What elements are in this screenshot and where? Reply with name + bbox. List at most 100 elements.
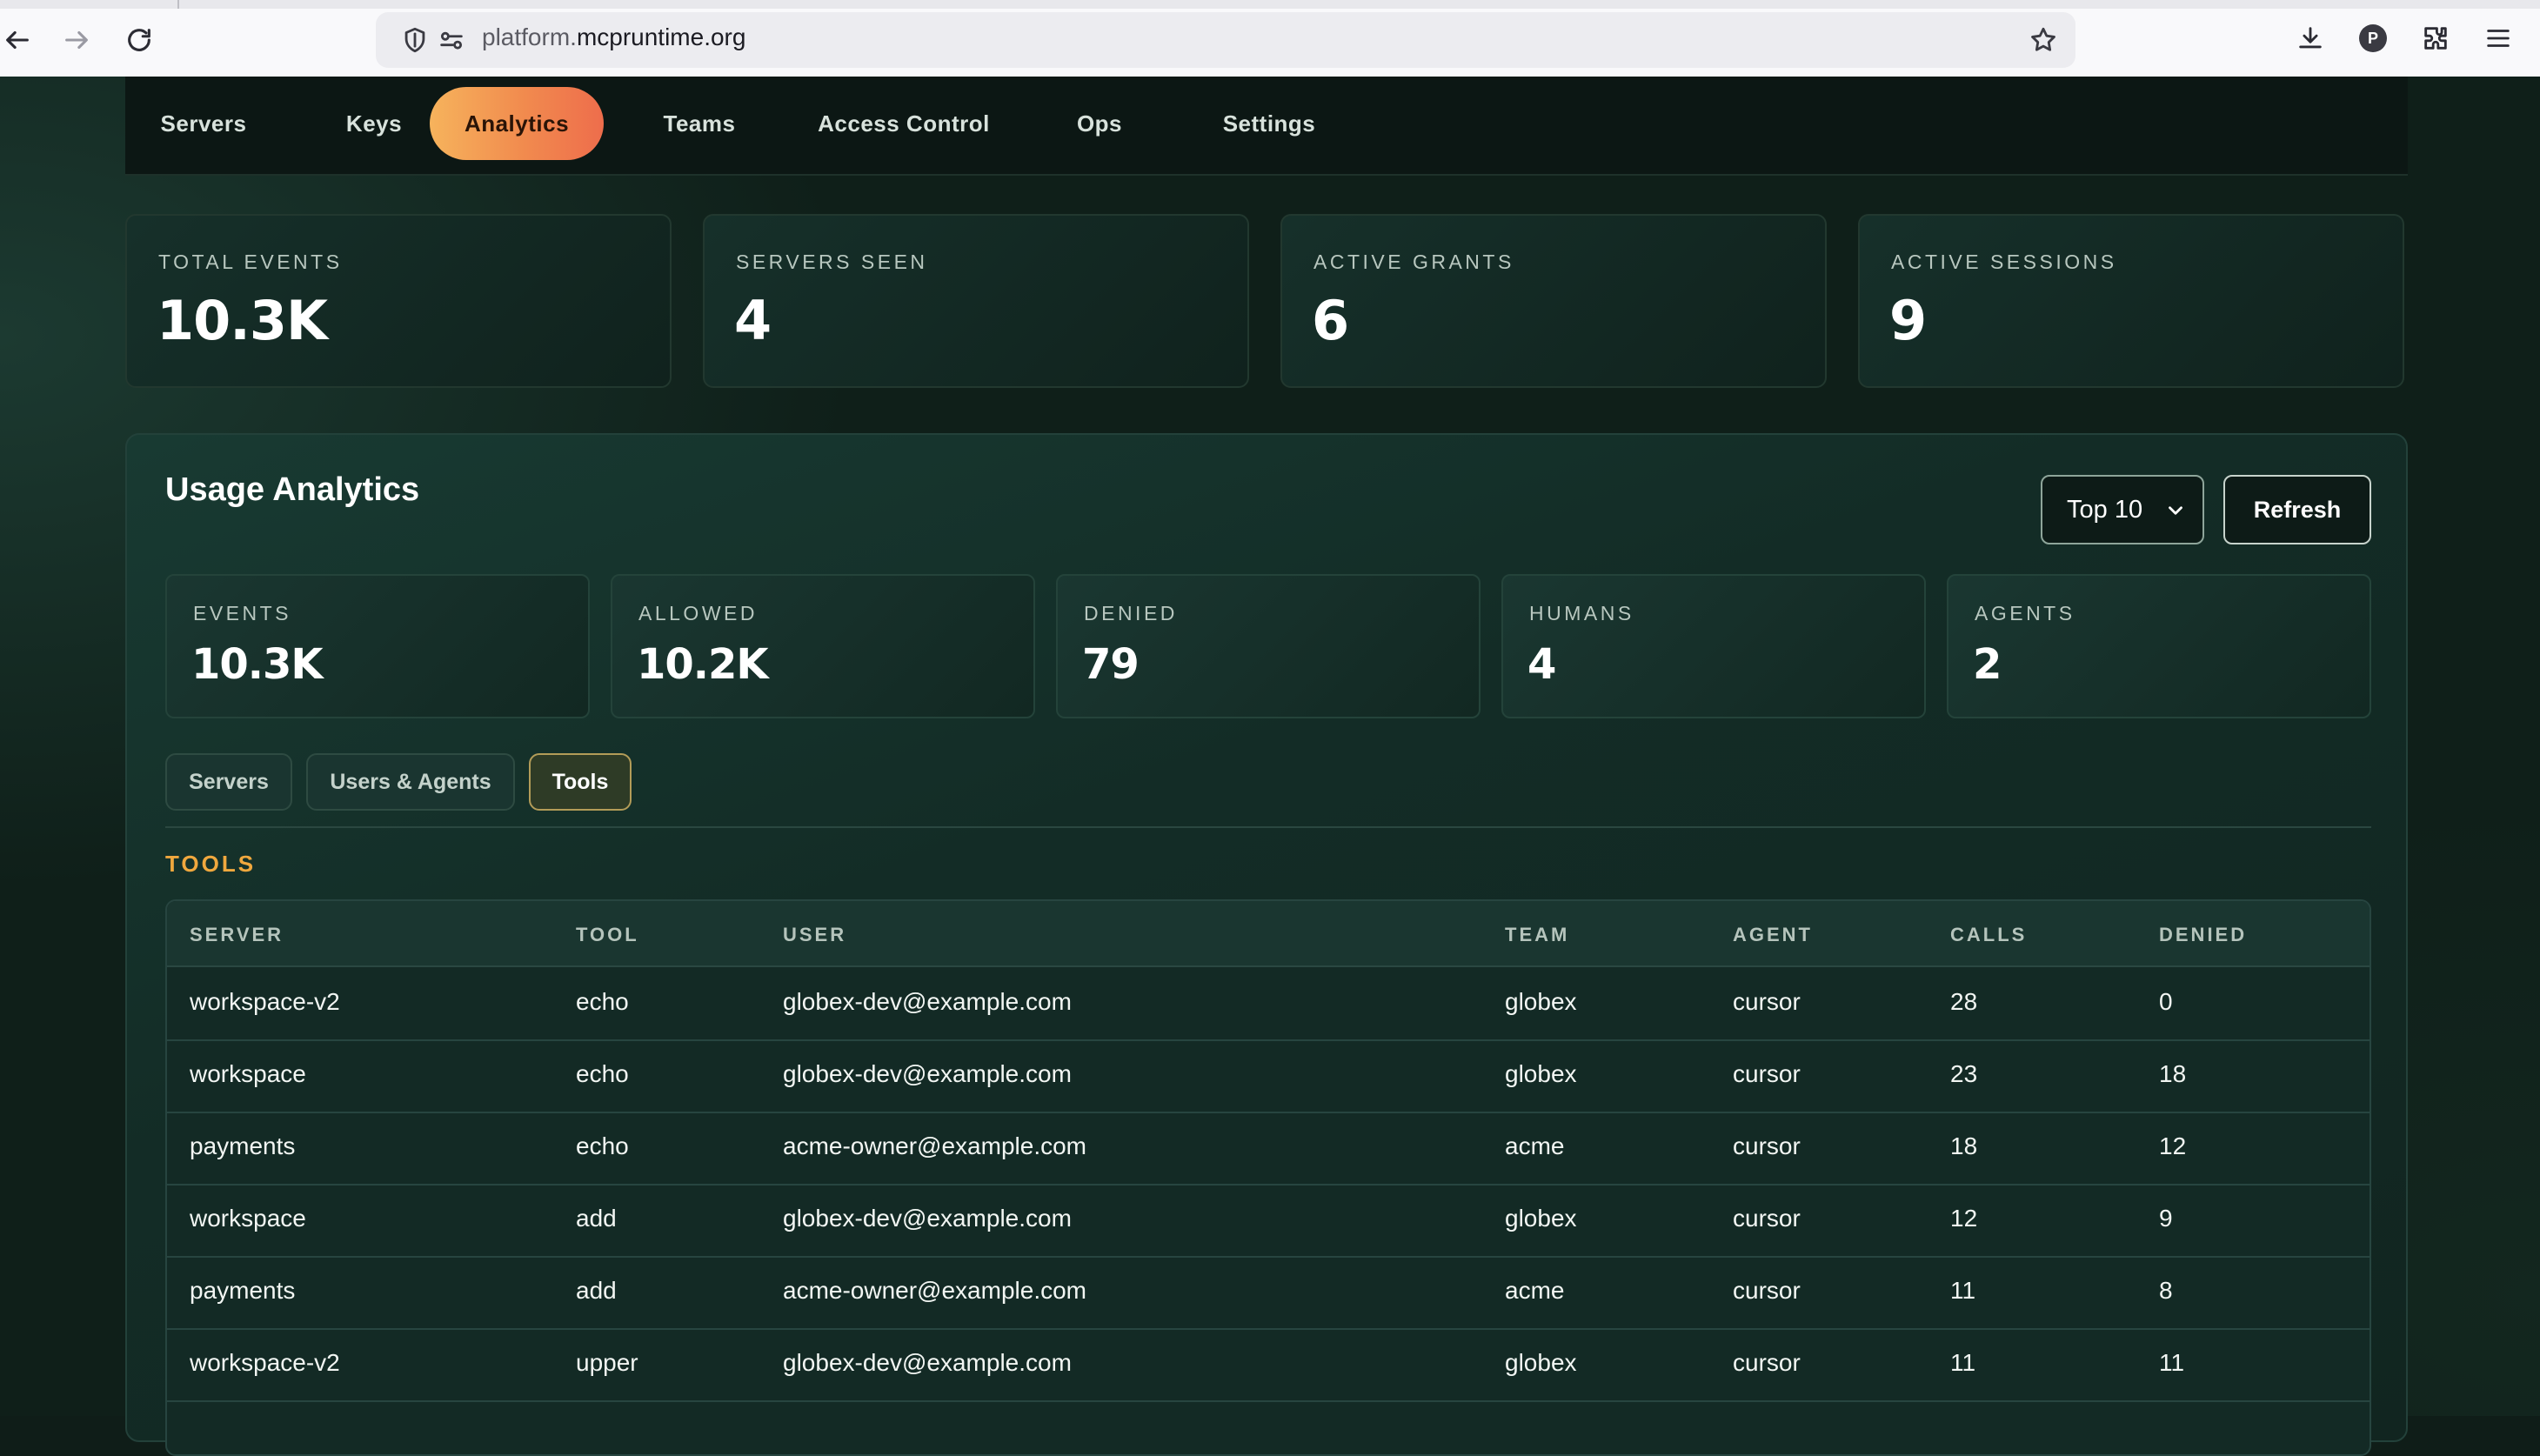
cell-server: workspace: [190, 1205, 306, 1232]
reload-button[interactable]: [122, 23, 157, 57]
tab-separator: [177, 0, 179, 9]
subtab-users-agents[interactable]: Users & Agents: [306, 753, 515, 811]
cell-agent: cursor: [1733, 1205, 1801, 1232]
chevron-down-icon: [2164, 499, 2187, 522]
cell-team: acme: [1505, 1132, 1565, 1159]
stat-card-servers-seen: SERVERS SEEN 4: [703, 214, 1249, 388]
tab-strip: [0, 0, 2540, 9]
stat-label: SERVERS SEEN: [736, 250, 928, 273]
column-header-calls[interactable]: CALLS: [1950, 924, 2027, 946]
cell-user: acme-owner@example.com: [783, 1132, 1086, 1159]
column-header-user[interactable]: USER: [783, 924, 846, 946]
address-bar[interactable]: platform.mcpruntime.org: [376, 12, 2075, 68]
column-header-server[interactable]: SERVER: [190, 924, 284, 946]
cell-agent: cursor: [1733, 1132, 1801, 1159]
section-divider: [165, 826, 2371, 828]
column-header-agent[interactable]: AGENT: [1733, 924, 1813, 946]
cell-server: workspace: [190, 1060, 306, 1087]
arrow-right-icon: [65, 30, 88, 50]
table-row[interactable]: workspace-v2 echo globex-dev@example.com…: [167, 967, 2370, 1041]
back-button[interactable]: [0, 23, 35, 57]
tab-settings[interactable]: Settings: [1169, 87, 1369, 160]
stat-value: 4: [734, 289, 772, 352]
profile-button[interactable]: P: [2356, 21, 2390, 56]
table-row[interactable]: payments echo acme-owner@example.com acm…: [167, 1112, 2370, 1186]
cell-team: globex: [1505, 1205, 1577, 1232]
url-host: mcpruntime.org: [576, 23, 746, 50]
metric-label: EVENTS: [193, 602, 292, 624]
metric-value: 10.2K: [637, 640, 769, 689]
stat-label: ACTIVE SESSIONS: [1891, 250, 2117, 273]
stat-value: 6: [1312, 289, 1349, 352]
stat-card-total-events: TOTAL EVENTS 10.3K: [125, 214, 672, 388]
tab-access-control[interactable]: Access Control: [786, 87, 1021, 160]
cell-user: globex-dev@example.com: [783, 1060, 1072, 1087]
hamburger-icon: [2487, 30, 2510, 47]
cell-team: globex: [1505, 988, 1577, 1015]
cell-denied: 9: [2159, 1205, 2173, 1232]
cell-user: acme-owner@example.com: [783, 1277, 1086, 1304]
cell-calls: 11: [1950, 1349, 1976, 1376]
bookmark-star-icon[interactable]: [2029, 25, 2058, 55]
cell-calls: 18: [1950, 1132, 1978, 1159]
subtab-tools[interactable]: Tools: [529, 753, 632, 811]
download-icon: [2299, 27, 2322, 49]
downloads-button[interactable]: [2293, 21, 2328, 56]
metric-label: AGENTS: [1975, 602, 2075, 624]
cell-user: globex-dev@example.com: [783, 988, 1072, 1015]
shield-icon[interactable]: [400, 25, 430, 55]
stat-card-active-grants: ACTIVE GRANTS 6: [1280, 214, 1827, 388]
extensions-button[interactable]: [2418, 21, 2453, 56]
tab-keys[interactable]: Keys: [313, 87, 435, 160]
cell-server: payments: [190, 1132, 296, 1159]
stat-card-active-sessions: ACTIVE SESSIONS 9: [1858, 214, 2404, 388]
table-row[interactable]: workspace add globex-dev@example.com glo…: [167, 1184, 2370, 1258]
metric-label: DENIED: [1084, 602, 1178, 624]
table-header: SERVER TOOL USER TEAM AGENT CALLS DENIED: [167, 901, 2370, 967]
cell-team: globex: [1505, 1349, 1577, 1376]
table-row[interactable]: workspace echo globex-dev@example.com gl…: [167, 1039, 2370, 1113]
app-root: Servers Keys Analytics Teams Access Cont…: [0, 77, 2540, 1456]
table-row[interactable]: workspace-v2 upper globex-dev@example.co…: [167, 1328, 2370, 1402]
metric-card-allowed: ALLOWED 10.2K: [611, 574, 1035, 718]
refresh-button[interactable]: Refresh: [2223, 475, 2371, 544]
tab-teams[interactable]: Teams: [630, 87, 769, 160]
browser-toolbar: platform.mcpruntime.org P: [0, 0, 2540, 77]
stat-label: ACTIVE GRANTS: [1313, 250, 1514, 273]
table-row[interactable]: payments add acme-owner@example.com acme…: [167, 1256, 2370, 1330]
metric-card-humans: HUMANS 4: [1501, 574, 1926, 718]
url-text[interactable]: platform.mcpruntime.org: [482, 23, 745, 51]
metric-value: 4: [1527, 640, 1556, 689]
stat-value: 10.3K: [157, 289, 328, 352]
metric-card-denied: DENIED 79: [1056, 574, 1481, 718]
top-n-select[interactable]: Top 10: [2041, 475, 2204, 544]
cell-agent: cursor: [1733, 1349, 1801, 1376]
forward-button[interactable]: [59, 23, 94, 57]
cell-server: workspace-v2: [190, 988, 340, 1015]
menu-button[interactable]: [2481, 21, 2516, 56]
cell-denied: 0: [2159, 988, 2173, 1015]
cell-calls: 23: [1950, 1060, 1978, 1087]
metric-label: HUMANS: [1529, 602, 1634, 624]
tab-servers[interactable]: Servers: [125, 87, 282, 160]
tab-analytics[interactable]: Analytics: [430, 87, 604, 160]
metric-value: 2: [1973, 640, 2002, 689]
metric-label: ALLOWED: [638, 602, 758, 624]
site-permissions-icon[interactable]: [437, 25, 466, 55]
column-header-team[interactable]: TEAM: [1505, 924, 1569, 946]
cell-tool: add: [576, 1205, 617, 1232]
metric-value: 10.3K: [191, 640, 324, 689]
cell-calls: 11: [1950, 1277, 1976, 1304]
subtab-servers[interactable]: Servers: [165, 753, 292, 811]
cell-tool: upper: [576, 1349, 638, 1376]
arrow-left-icon: [6, 30, 29, 50]
puzzle-icon: [2424, 27, 2447, 50]
cell-agent: cursor: [1733, 1277, 1801, 1304]
column-header-tool[interactable]: TOOL: [576, 924, 639, 946]
usage-analytics-panel: Usage Analytics Top 10 Refresh EVENTS 10…: [125, 433, 2408, 1456]
stat-label: TOTAL EVENTS: [158, 250, 343, 273]
column-header-denied[interactable]: DENIED: [2159, 924, 2247, 946]
tab-ops[interactable]: Ops: [1039, 87, 1160, 160]
cell-server: workspace-v2: [190, 1349, 340, 1376]
section-title: TOOLS: [165, 851, 257, 877]
